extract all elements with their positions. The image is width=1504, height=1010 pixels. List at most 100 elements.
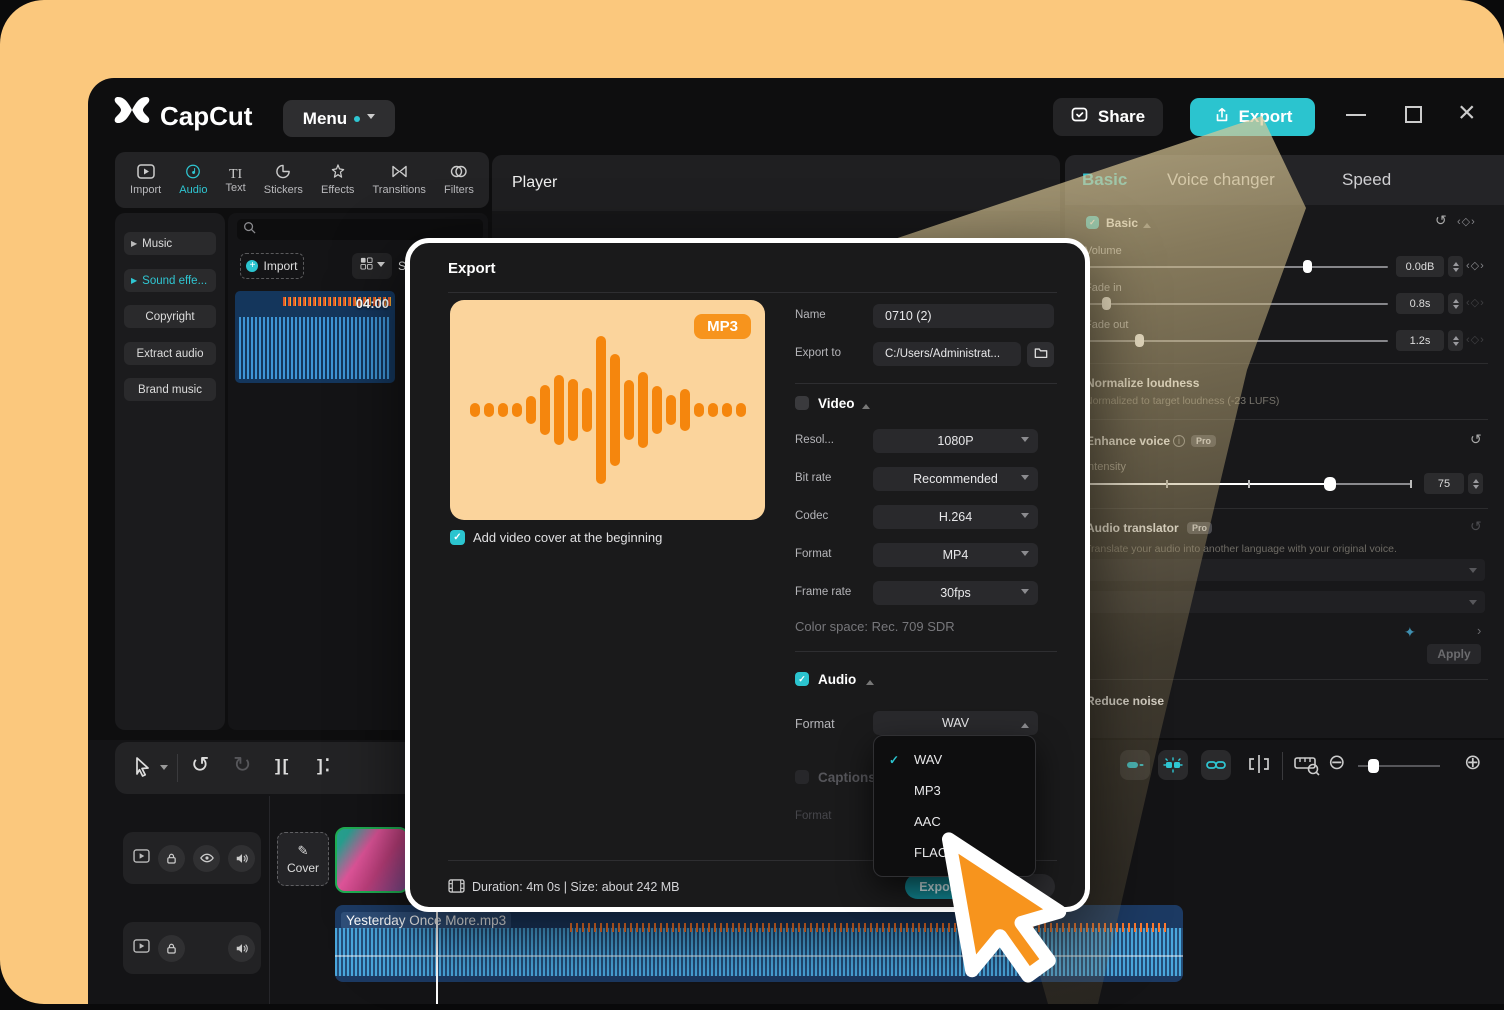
sound-effect-thumbnail[interactable]: 04:00	[235, 291, 395, 383]
reset-icon[interactable]: ↺	[1435, 212, 1447, 229]
trim-icon[interactable]	[1246, 753, 1272, 780]
ruler-icon[interactable]	[1293, 753, 1321, 782]
fade-in-stepper[interactable]	[1448, 293, 1463, 314]
toolbar-item-transitions[interactable]: Transitions	[373, 164, 426, 196]
minimize-button[interactable]	[1346, 114, 1366, 116]
split-preview-toggle[interactable]	[1158, 750, 1188, 780]
translator-source-select[interactable]	[1085, 559, 1485, 581]
fade-out-value[interactable]: 1.2s	[1396, 330, 1444, 351]
fade-out-keyframe-icon[interactable]: ‹◇›	[1466, 333, 1485, 346]
intensity-slider-knob[interactable]	[1324, 477, 1336, 491]
toolbar-item-stickers[interactable]: Stickers	[264, 164, 303, 196]
info-icon[interactable]: i	[1173, 435, 1185, 447]
menu-button[interactable]: Menu	[283, 100, 395, 137]
main-track-icon[interactable]	[133, 939, 150, 958]
toolbar-item-audio[interactable]: Audio	[179, 164, 207, 196]
video-collapse-icon[interactable]	[862, 400, 870, 409]
fade-out-slider-knob[interactable]	[1135, 334, 1144, 347]
intensity-slider[interactable]	[1085, 483, 1411, 485]
audio-format-select[interactable]: WAV	[873, 711, 1038, 735]
volume-slider[interactable]	[1085, 266, 1388, 268]
audio-translator-subtitle: Translate your audio into another langua…	[1085, 543, 1397, 555]
video-clip[interactable]	[335, 827, 409, 893]
intensity-value[interactable]: 75	[1424, 473, 1464, 494]
chevron-right-icon[interactable]: ›	[1477, 623, 1481, 638]
fade-in-keyframe-icon[interactable]: ‹◇›	[1466, 296, 1485, 309]
intensity-stepper[interactable]	[1468, 473, 1483, 494]
translator-target-select[interactable]	[1085, 591, 1485, 613]
close-button[interactable]: ×	[1458, 98, 1476, 128]
keyframe-icon[interactable]: ‹◇›	[1457, 215, 1476, 228]
cover-checkbox[interactable]	[450, 530, 465, 545]
sidebar-item-copyright[interactable]: Copyright	[124, 305, 216, 328]
fade-out-slider[interactable]	[1085, 340, 1388, 342]
volume-keyframe-icon[interactable]: ‹◇›	[1466, 259, 1485, 272]
audio-collapse-icon[interactable]	[866, 676, 874, 685]
resolution-select[interactable]: 1080P	[873, 429, 1038, 453]
split-icon[interactable]: ][	[275, 756, 290, 776]
volume-value[interactable]: 0.0dB	[1396, 256, 1444, 277]
tab-voice-changer[interactable]: Voice changer	[1167, 170, 1275, 190]
undo-icon[interactable]: ↺	[191, 752, 209, 778]
bitrate-select[interactable]: Recommended	[873, 467, 1038, 491]
select-tool-chevron[interactable]	[160, 765, 168, 774]
sidebar-item-sound-effects[interactable]: ▶ Sound effe...	[124, 269, 216, 292]
lock-icon[interactable]	[158, 845, 185, 872]
sidebar-item-extract-audio[interactable]: Extract audio	[124, 342, 216, 365]
main-track-icon[interactable]	[133, 849, 150, 868]
import-media-button[interactable]: + Import	[240, 253, 304, 279]
fade-in-slider[interactable]	[1085, 303, 1388, 305]
tab-basic[interactable]: Basic	[1082, 170, 1127, 190]
basic-checkbox[interactable]	[1086, 216, 1099, 229]
zoom-out-icon[interactable]: ⊖	[1328, 750, 1346, 775]
codec-select[interactable]: H.264	[873, 505, 1038, 529]
auto-ripple-toggle[interactable]	[1120, 750, 1150, 780]
volume-stepper[interactable]	[1448, 256, 1463, 277]
link-toggle[interactable]	[1201, 750, 1231, 780]
name-input[interactable]: 0710 (2)	[873, 304, 1054, 328]
apply-button[interactable]: Apply	[1427, 644, 1481, 664]
fade-out-stepper[interactable]	[1448, 330, 1463, 351]
fade-in-slider-knob[interactable]	[1102, 297, 1111, 310]
maximize-button[interactable]	[1405, 106, 1422, 123]
toolbar-item-filters[interactable]: Filters	[444, 164, 474, 196]
zoom-in-icon[interactable]: ⊕	[1464, 750, 1482, 775]
video-checkbox[interactable]	[795, 396, 809, 410]
framerate-select[interactable]: 30fps	[873, 581, 1038, 605]
fade-in-label: Fade in	[1085, 282, 1122, 294]
redo-icon[interactable]: ↻	[233, 752, 251, 778]
view-mode-button[interactable]	[352, 253, 392, 279]
sidebar-item-brand-music[interactable]: Brand music	[124, 378, 216, 401]
cover-button[interactable]: ✎ Cover	[277, 832, 329, 886]
captions-checkbox[interactable]	[795, 770, 809, 784]
fade-in-value[interactable]: 0.8s	[1396, 293, 1444, 314]
translator-reset-icon[interactable]: ↺	[1470, 518, 1482, 535]
eye-icon[interactable]	[193, 845, 220, 872]
sidebar-item-music[interactable]: ▶ Music	[124, 232, 216, 255]
menu-label: Menu	[303, 109, 347, 129]
export-button-top[interactable]: Export	[1190, 98, 1315, 136]
tab-speed[interactable]: Speed	[1342, 170, 1391, 190]
collapse-icon[interactable]	[1143, 219, 1151, 228]
export-dialog: Export MP3 Add video cover at the beginn…	[405, 238, 1090, 912]
dropdown-option-mp3[interactable]: MP3	[874, 775, 1035, 806]
timeline-zoom-knob[interactable]	[1368, 759, 1379, 773]
toolbar-item-text[interactable]: TI Text	[226, 167, 246, 194]
export-to-input[interactable]: C:/Users/Administrat...	[873, 342, 1021, 366]
video-format-select[interactable]: MP4	[873, 543, 1038, 567]
enhance-reset-icon[interactable]: ↺	[1470, 431, 1482, 448]
cover-checkbox-row[interactable]: Add video cover at the beginning	[450, 530, 662, 545]
toolbar-item-import[interactable]: Import	[130, 164, 161, 196]
audio-checkbox[interactable]	[795, 672, 809, 686]
toolbar-item-effects[interactable]: Effects	[321, 164, 354, 196]
volume-slider-knob[interactable]	[1303, 260, 1312, 273]
speaker-icon[interactable]	[228, 845, 255, 872]
lock-icon[interactable]	[158, 935, 185, 962]
split-dotted-icon[interactable]: ]⁚	[317, 756, 332, 776]
dropdown-option-wav[interactable]: ✓WAV	[874, 744, 1035, 775]
search-input[interactable]	[237, 219, 483, 240]
browse-folder-button[interactable]	[1027, 342, 1054, 367]
select-tool-icon[interactable]	[133, 756, 153, 783]
share-button[interactable]: Share	[1053, 98, 1163, 136]
speaker-icon[interactable]	[228, 935, 255, 962]
